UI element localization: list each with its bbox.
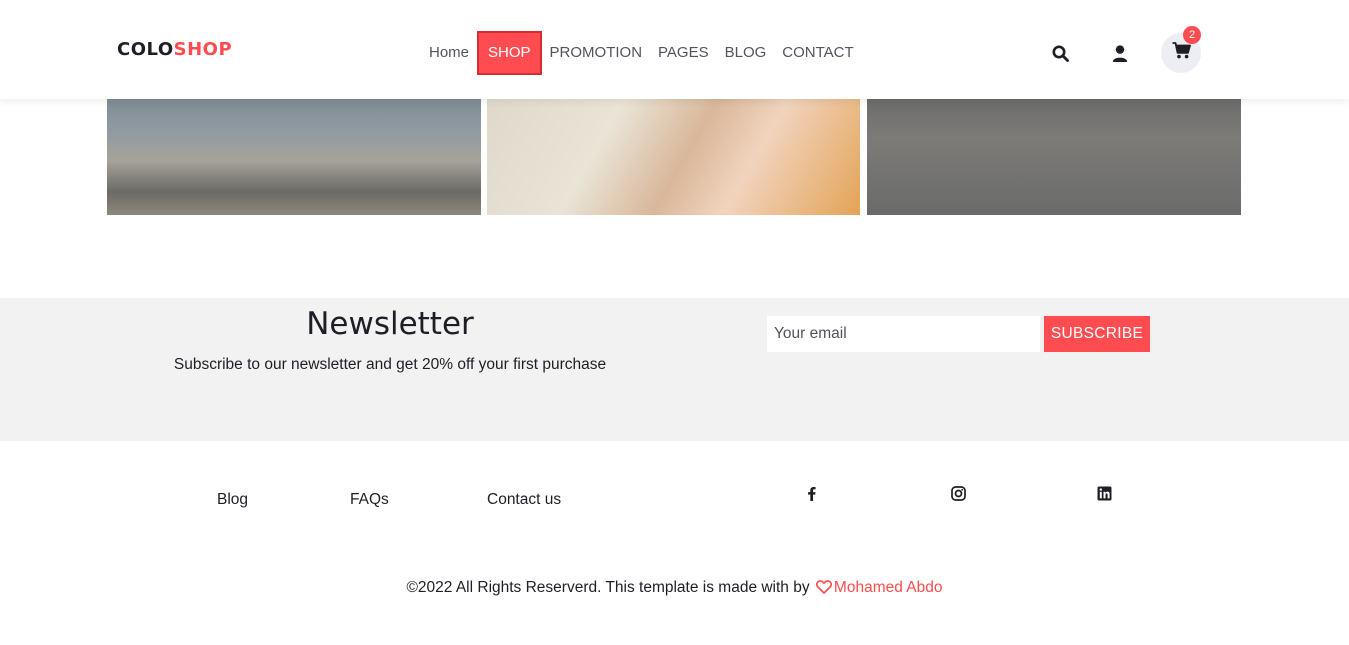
logo-part-colo: COLO [117,39,174,60]
facebook-icon[interactable] [803,485,819,501]
nav-item-shop[interactable]: SHOP [477,31,542,75]
nav-item-home[interactable]: Home [421,31,477,75]
footer-link-blog[interactable]: Blog [217,491,248,509]
user-icon[interactable] [1111,44,1129,62]
nav-item-blog[interactable]: BLOG [717,31,775,75]
subscribe-button[interactable]: SUBSCRIBE [1044,316,1150,352]
copyright-text: ©2022 All Rights Reserverd. This templat… [406,579,810,596]
cart-count-badge: 2 [1183,26,1201,44]
copyright: ©2022 All Rights Reserverd. This templat… [300,579,1049,599]
newsletter-title: Newsletter [306,306,474,342]
site-header: COLOSHOP Home SHOP PROMOTION PAGES BLOG … [0,0,1349,99]
search-icon[interactable] [1051,44,1069,62]
logo-part-shop: SHOP [173,39,233,60]
author-link[interactable]: Mohamed Abdo [834,579,943,596]
instagram-icon[interactable] [950,485,966,501]
site-logo[interactable]: COLOSHOP [117,39,232,60]
linkedin-icon[interactable] [1096,485,1112,501]
main-nav: Home SHOP PROMOTION PAGES BLOG CONTACT [421,31,862,75]
nav-item-contact[interactable]: CONTACT [774,31,861,75]
email-input[interactable] [767,316,1040,352]
footer-link-contact-us[interactable]: Contact us [487,491,561,509]
footer-link-faqs[interactable]: FAQs [350,491,389,509]
nav-item-pages[interactable]: PAGES [650,31,717,75]
newsletter-section: Newsletter Subscribe to our newsletter a… [0,298,1349,441]
cart-icon [1172,42,1191,64]
newsletter-subtitle: Subscribe to our newsletter and get 20% … [173,356,607,373]
nav-item-promotion[interactable]: PROMOTION [542,31,651,75]
heart-icon [815,580,832,599]
